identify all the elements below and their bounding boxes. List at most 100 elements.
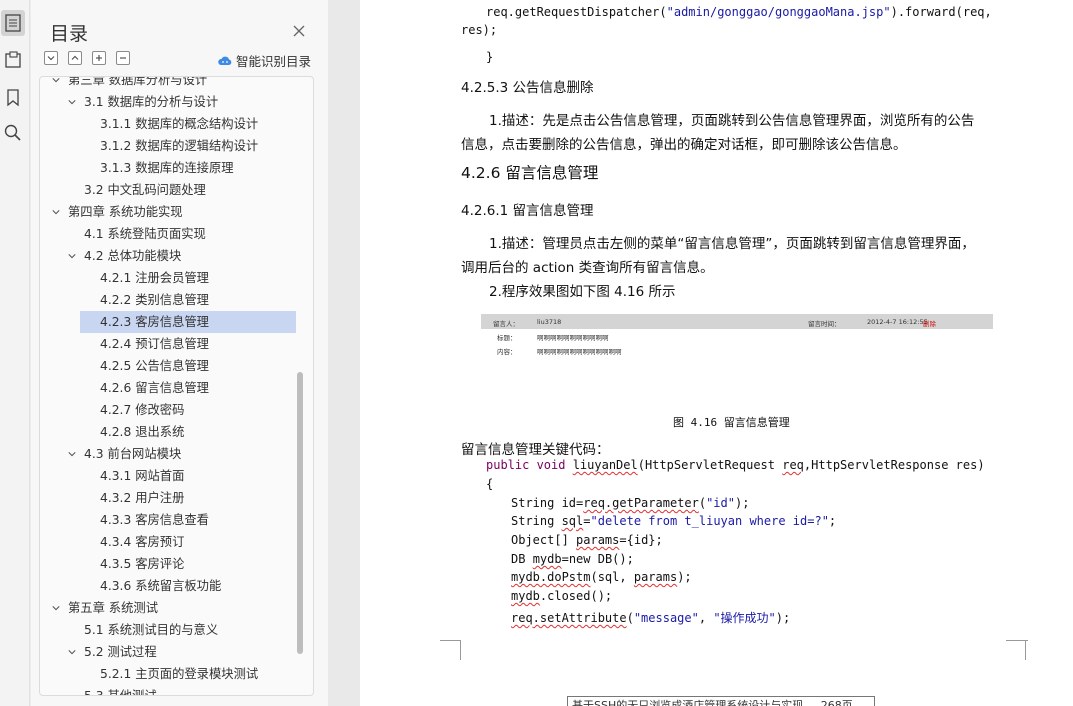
chevron-down-icon[interactable] bbox=[68, 648, 76, 656]
toc-toolbar bbox=[44, 51, 140, 65]
toc-item-label: 4.2.2 类别信息管理 bbox=[100, 293, 209, 307]
code-line: mydb.doPstm(sql, params); bbox=[511, 570, 692, 584]
code-token: params bbox=[576, 533, 620, 547]
chevron-down-icon[interactable] bbox=[52, 76, 60, 84]
toc-item[interactable]: 第四章 系统功能实现 bbox=[40, 201, 295, 223]
code-token: req.getParameter bbox=[583, 496, 699, 510]
code-string: "admin/gonggao/gonggaoMana.jsp" bbox=[666, 5, 891, 19]
crop-mark bbox=[460, 640, 480, 660]
ai-recognize-label: 智能识别目录 bbox=[236, 54, 312, 69]
fig-author-label: 留言人： bbox=[493, 320, 519, 328]
toc-item[interactable]: 4.1 系统登陆页面实现 bbox=[40, 223, 295, 245]
fig-content-label: 内容： bbox=[497, 348, 517, 356]
code-string: "id" bbox=[706, 496, 735, 510]
document-page: req.getRequestDispatcher("admin/gonggao/… bbox=[360, 0, 1073, 706]
toc-item-label: 4.3.2 用户注册 bbox=[100, 491, 185, 505]
toc-item[interactable]: 4.2.1 注册会员管理 bbox=[40, 267, 295, 289]
chevron-down-icon[interactable] bbox=[68, 252, 76, 260]
toc-item[interactable]: 3.1 数据库的分析与设计 bbox=[40, 91, 295, 113]
collapse-all-icon[interactable] bbox=[116, 51, 130, 65]
toc-item[interactable]: 3.1.2 数据库的逻辑结构设计 bbox=[40, 135, 295, 157]
fig-content: 啊啊啊啊啊啊啊啊啊啊啊啊啊 bbox=[537, 348, 622, 356]
code-token: ); bbox=[677, 570, 692, 584]
section-heading: 4.2.5.3 公告信息删除 bbox=[461, 80, 594, 96]
toc-item-label: 3.1.1 数据库的概念结构设计 bbox=[100, 117, 259, 131]
code-token: params bbox=[633, 570, 678, 584]
toc-item[interactable]: 3.1.3 数据库的连接原理 bbox=[40, 157, 295, 179]
toc-item[interactable]: 4.3.3 客房信息查看 bbox=[40, 509, 295, 531]
toc-item[interactable]: 第三章 数据库分析与设计 bbox=[40, 76, 295, 91]
code-token: = bbox=[583, 514, 591, 528]
toc-item[interactable]: 3.1.1 数据库的概念结构设计 bbox=[40, 113, 295, 135]
fig-subject-label: 标题： bbox=[497, 334, 517, 342]
toc-item[interactable]: 4.3.4 客房预订 bbox=[40, 531, 295, 553]
toc-item[interactable]: 4.2.8 退出系统 bbox=[40, 421, 295, 443]
toc-item[interactable]: 4.2 总体功能模块 bbox=[40, 245, 295, 267]
crop-mark bbox=[440, 640, 460, 660]
toc-item[interactable]: 4.3.5 客房评论 bbox=[40, 553, 295, 575]
code-token: ).forward(req, bbox=[890, 5, 992, 19]
code-token: ; bbox=[828, 514, 837, 528]
toc-item[interactable]: 5.1 系统测试目的与意义 bbox=[40, 619, 295, 641]
expand-all-icon[interactable] bbox=[92, 51, 106, 65]
toc-item[interactable]: 4.2.5 公告信息管理 bbox=[40, 355, 295, 377]
code-token: sql bbox=[561, 514, 584, 528]
code-token: ( bbox=[626, 611, 634, 625]
toc-item[interactable]: 4.3 前台网站模块 bbox=[40, 443, 295, 465]
code-line: String sql="delete from t_liuyan where i… bbox=[511, 514, 836, 528]
ai-recognize-toc-button[interactable]: 智能识别目录 bbox=[218, 51, 311, 70]
crop-mark bbox=[1006, 640, 1028, 660]
toc-item[interactable]: 4.2.7 修改密码 bbox=[40, 399, 295, 421]
toc-item-label: 4.3.5 客房评论 bbox=[100, 557, 185, 571]
close-icon[interactable] bbox=[290, 22, 308, 40]
code-keyword: public void bbox=[486, 458, 573, 472]
toc-item[interactable]: 4.3.1 网站首面 bbox=[40, 465, 295, 487]
toc-item-label: 4.1 系统登陆页面实现 bbox=[84, 227, 206, 241]
paragraph-line: 1.描述：先是点击公告信息管理，页面跳转到公告信息管理界面，浏览所有的公告 bbox=[489, 113, 975, 129]
fig-delete-link: 删除 bbox=[923, 320, 936, 328]
toc-item[interactable]: 4.3.2 用户注册 bbox=[40, 487, 295, 509]
panel-divider[interactable] bbox=[328, 0, 360, 706]
collapse-level-icon[interactable] bbox=[68, 51, 82, 65]
toc-list-box: 第三章 数据库分析与设计 3.1 数据库的分析与设计 3.1.1 数据库的概念结构设… bbox=[39, 76, 314, 696]
toc-item-label: 4.3.1 网站首面 bbox=[100, 469, 185, 483]
toc-item[interactable]: 5.3 其他测试 bbox=[40, 685, 295, 695]
chevron-down-icon[interactable] bbox=[68, 450, 76, 458]
toc-item[interactable]: 5.2.1 主页面的登录模块测试 bbox=[40, 663, 295, 685]
toc-item[interactable]: 4.2.3 客房信息管理 bbox=[80, 311, 296, 333]
toc-item-label: 3.2 中文乱码问题处理 bbox=[84, 183, 206, 197]
toc-item[interactable]: 4.2.4 预订信息管理 bbox=[40, 333, 295, 355]
toc-item-label: 第三章 数据库分析与设计 bbox=[68, 76, 208, 87]
toc-item[interactable]: 第五章 系统测试 bbox=[40, 597, 295, 619]
chevron-down-icon[interactable] bbox=[68, 98, 76, 106]
code-token: , bbox=[698, 611, 714, 625]
toc-item[interactable]: 5.2 测试过程 bbox=[40, 641, 295, 663]
expand-level-icon[interactable] bbox=[44, 51, 58, 65]
code-label: 留言信息管理关键代码： bbox=[461, 442, 610, 458]
toc-icon[interactable] bbox=[1, 10, 25, 36]
toc-scrollbar[interactable] bbox=[297, 372, 303, 654]
toc-item[interactable]: 3.2 中文乱码问题处理 bbox=[40, 179, 295, 201]
chevron-down-icon[interactable] bbox=[52, 208, 60, 216]
toc-item-label: 4.3.3 客房信息查看 bbox=[100, 513, 209, 527]
code-line: res); bbox=[461, 23, 498, 37]
code-token: mydb bbox=[532, 552, 562, 566]
chevron-down-icon[interactable] bbox=[52, 604, 60, 612]
toc-item-label: 4.3 前台网站模块 bbox=[84, 447, 182, 461]
search-icon[interactable] bbox=[1, 120, 25, 146]
toc-item-label: 5.2 测试过程 bbox=[84, 645, 157, 659]
code-token: ); bbox=[775, 611, 791, 625]
toc-item-label: 4.2.5 公告信息管理 bbox=[100, 359, 209, 373]
nav-pane-icon[interactable] bbox=[1, 47, 25, 73]
bookmark-icon[interactable] bbox=[1, 85, 25, 111]
app-window: 目录 智能识别目录 第三章 数据库分析与设计 3.1 数据库的分析与设计 3.1.1… bbox=[0, 0, 1073, 706]
toc-item[interactable]: 4.2.6 留言信息管理 bbox=[40, 377, 295, 399]
toc-item[interactable]: 4.3.6 系统留言板功能 bbox=[40, 575, 295, 597]
page-footer: 基于SSH的无只浏览成酒店管理系统设计与实现 ... 268页 bbox=[567, 696, 875, 706]
section-heading: 4.2.6.1 留言信息管理 bbox=[461, 203, 594, 219]
toc-item[interactable]: 4.2.2 类别信息管理 bbox=[40, 289, 295, 311]
code-token: req bbox=[782, 458, 804, 472]
fig-author: liu3718 bbox=[537, 318, 562, 326]
toc-item-label: 4.3.6 系统留言板功能 bbox=[100, 579, 222, 593]
figure-screenshot: 留言人： liu3718 留言时间： 2012-4-7 16:12:55 删除 … bbox=[481, 314, 993, 360]
